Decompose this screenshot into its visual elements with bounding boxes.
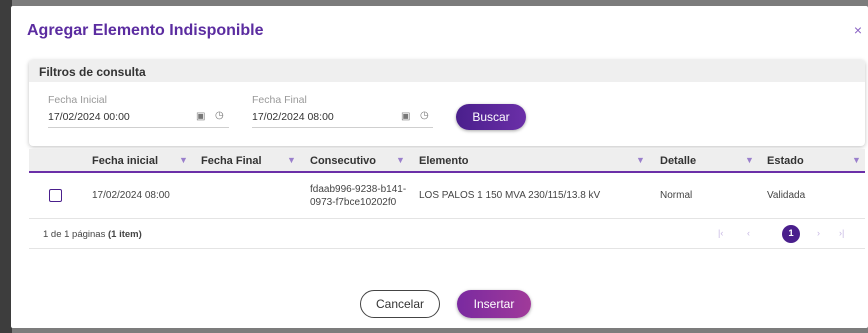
page-1-button[interactable]: 1 <box>782 225 800 243</box>
table-header: Fecha inicial ▼ Fecha Final ▼ Consecutiv… <box>29 149 865 173</box>
last-page-icon[interactable]: ›| <box>839 228 844 238</box>
calendar-icon[interactable]: ▣ <box>401 111 410 122</box>
column-header-fecha-final[interactable]: Fecha Final <box>201 155 262 167</box>
cancel-button[interactable]: Cancelar <box>360 290 440 318</box>
filter-icon[interactable]: ▼ <box>287 155 296 165</box>
column-header-fecha-inicial[interactable]: Fecha inicial <box>92 155 158 167</box>
filters-title: Filtros de consulta <box>39 65 146 79</box>
next-page-icon[interactable]: › <box>817 228 820 238</box>
table-row[interactable]: 17/02/2024 08:00 fdaab996-9238-b141- 097… <box>29 175 865 219</box>
filter-icon[interactable]: ▼ <box>636 155 645 165</box>
clock-icon[interactable]: ◷ <box>420 110 429 121</box>
start-date-field[interactable]: 17/02/2024 00:00 <box>48 111 130 123</box>
filters-header: Filtros de consulta <box>29 60 865 82</box>
start-date-label: Fecha Inicial <box>48 94 107 106</box>
filter-icon[interactable]: ▼ <box>745 155 754 165</box>
calendar-icon[interactable]: ▣ <box>196 111 205 122</box>
cell-fecha-inicial: 17/02/2024 08:00 <box>92 190 170 201</box>
column-header-consecutivo[interactable]: Consecutivo <box>310 155 376 167</box>
clock-icon[interactable]: ◷ <box>215 110 224 121</box>
cell-estado: Validada <box>767 190 806 201</box>
cell-consecutivo-line1: fdaab996-9238-b141- <box>310 184 407 195</box>
insert-button[interactable]: Insertar <box>457 290 531 318</box>
pager-info: 1 de 1 páginas (1 item) <box>43 229 142 240</box>
filter-icon[interactable]: ▼ <box>179 155 188 165</box>
add-unavailable-element-dialog: Agregar Elemento Indisponible × Filtros … <box>11 6 868 328</box>
cell-elemento: LOS PALOS 1 150 MVA 230/115/13.8 kV <box>419 190 601 201</box>
cell-consecutivo-line2: 0973-f7bce10202f0 <box>310 197 397 208</box>
end-date-label: Fecha Final <box>252 94 307 106</box>
column-header-estado[interactable]: Estado <box>767 155 804 167</box>
filter-icon[interactable]: ▼ <box>396 155 405 165</box>
column-header-elemento[interactable]: Elemento <box>419 155 469 167</box>
elements-table: Fecha inicial ▼ Fecha Final ▼ Consecutiv… <box>29 149 865 249</box>
close-icon[interactable]: × <box>854 22 862 38</box>
end-date-field[interactable]: 17/02/2024 08:00 <box>252 111 334 123</box>
first-page-icon[interactable]: |‹ <box>718 228 723 238</box>
dialog-title: Agregar Elemento Indisponible <box>27 22 264 39</box>
row-select-checkbox[interactable] <box>49 189 62 202</box>
column-header-detalle[interactable]: Detalle <box>660 155 696 167</box>
pager: 1 de 1 páginas (1 item) |‹ ‹ 1 › ›| <box>29 219 865 249</box>
filter-icon[interactable]: ▼ <box>852 155 861 165</box>
search-button[interactable]: Buscar <box>456 104 526 130</box>
cell-detalle: Normal <box>660 190 693 201</box>
start-date-underline <box>48 127 229 128</box>
query-filters-panel: Filtros de consulta Fecha Inicial 17/02/… <box>29 60 865 146</box>
previous-page-icon[interactable]: ‹ <box>747 228 750 238</box>
end-date-underline <box>252 127 433 128</box>
